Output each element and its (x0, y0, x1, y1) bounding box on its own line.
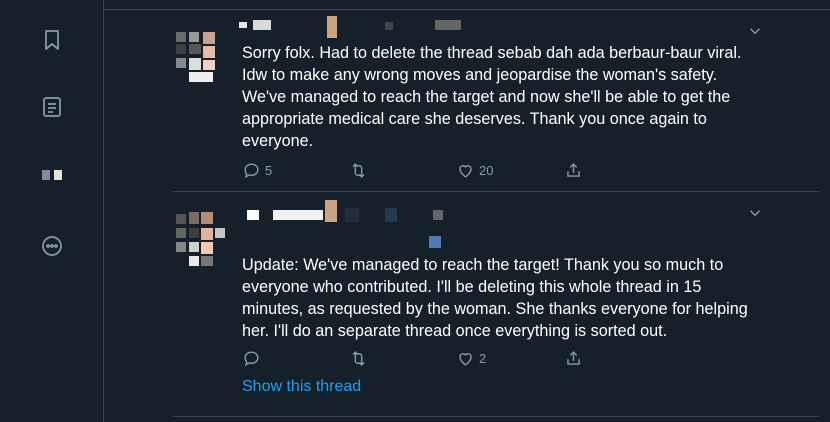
reply-button[interactable] (242, 349, 265, 368)
tweet-1[interactable]: Sorry folx. Had to delete the thread seb… (173, 10, 819, 192)
like-button[interactable]: 20 (456, 161, 493, 180)
like-button[interactable]: 2 (456, 349, 486, 368)
more-icon[interactable] (38, 232, 66, 260)
avatar[interactable] (173, 26, 229, 84)
profile-icon[interactable] (38, 161, 66, 189)
retweet-button[interactable] (349, 349, 368, 368)
user-name[interactable] (235, 198, 535, 248)
top-divider (104, 0, 830, 10)
retweet-button[interactable] (349, 161, 368, 180)
lists-icon[interactable] (38, 93, 66, 121)
tweet-text: Sorry folx. Had to delete the thread seb… (242, 44, 742, 150)
like-count: 2 (479, 351, 487, 366)
chevron-down-icon[interactable] (746, 22, 764, 40)
tweet-actions: 5 20 (242, 161, 622, 183)
tweet-actions: 2 (242, 349, 622, 371)
user-name[interactable] (235, 16, 495, 44)
tweet-text: Update: We've managed to reach the targe… (242, 256, 748, 340)
avatar[interactable] (173, 208, 229, 266)
share-button[interactable] (564, 161, 583, 180)
sidebar-nav (0, 0, 104, 422)
bookmark-icon[interactable] (38, 26, 66, 54)
reply-count: 5 (265, 163, 273, 178)
show-thread-link[interactable]: Show this thread (242, 378, 361, 396)
chevron-down-icon[interactable] (746, 204, 764, 222)
share-button[interactable] (564, 349, 583, 368)
like-count: 20 (479, 163, 494, 178)
reply-button[interactable]: 5 (242, 161, 272, 180)
